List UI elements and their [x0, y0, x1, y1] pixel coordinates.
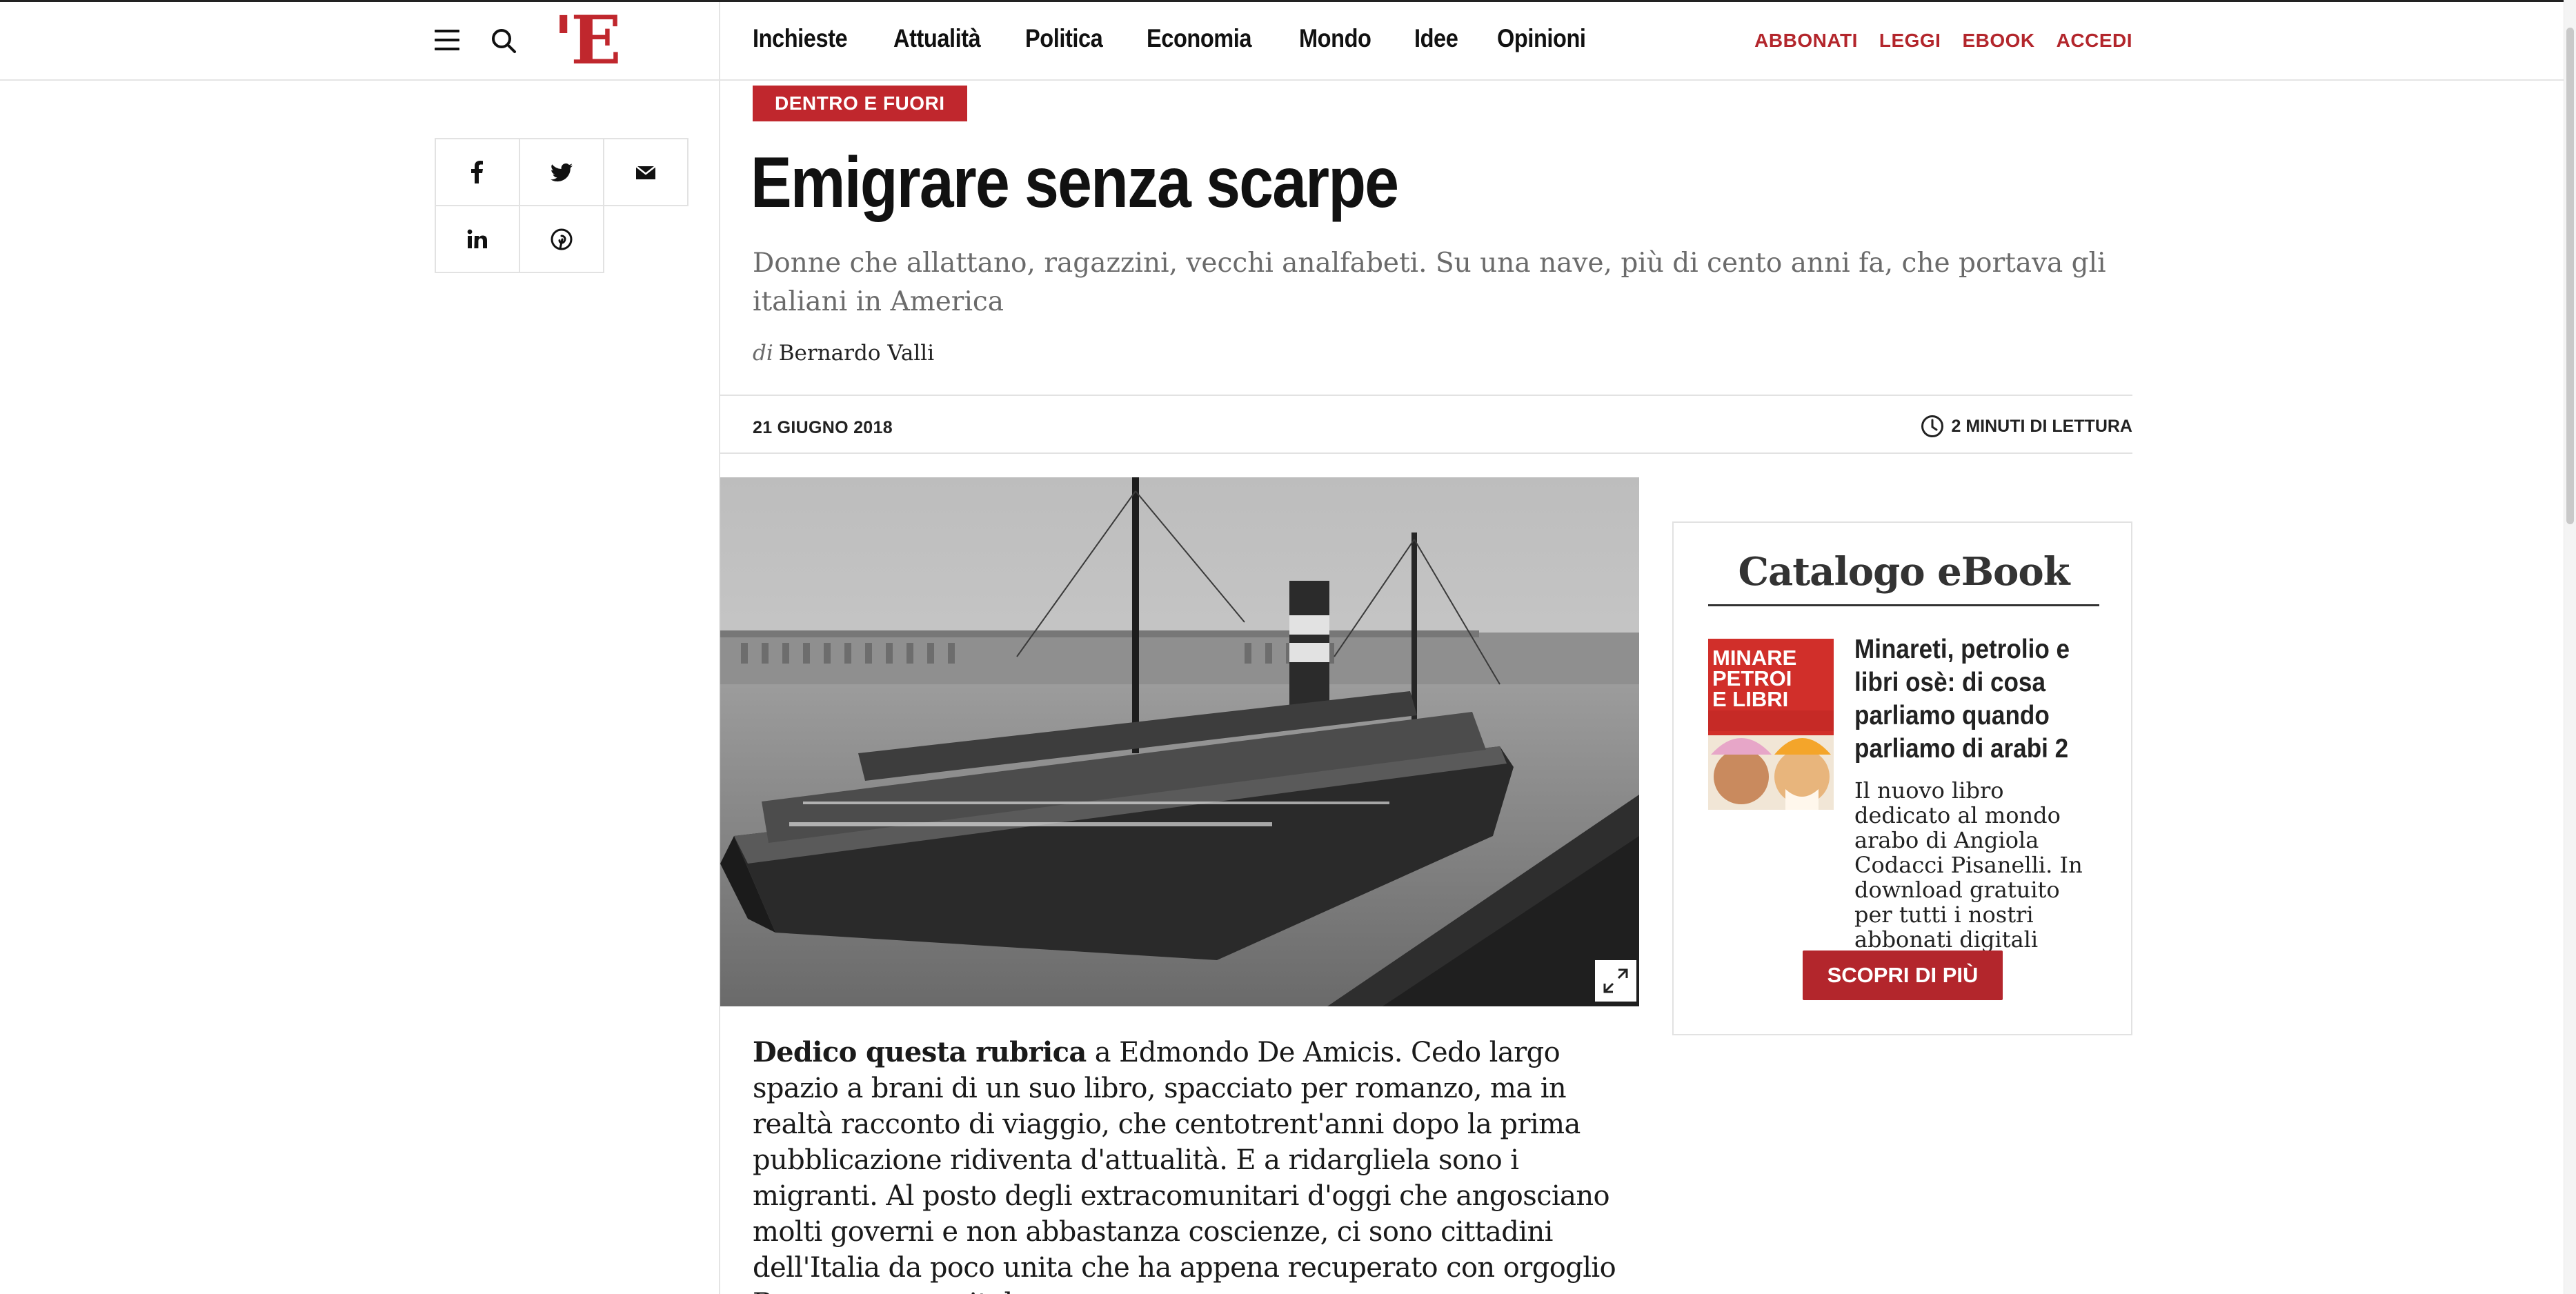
article-byline: di Bernardo Valli [753, 341, 934, 366]
body-lead: Dedico questa rubrica [753, 1036, 1087, 1068]
expand-icon [1603, 968, 1628, 993]
twitter-icon [551, 163, 573, 181]
meta-divider-top [720, 395, 2132, 396]
article-title: Emigrare senza scarpe [751, 143, 1399, 223]
ebook-catalog-heading: Catalogo eBook [1738, 549, 2070, 595]
nav-item-inchieste[interactable]: Inchieste [753, 24, 848, 53]
book-cover-art: MINARE PETROI E LIBRI [1708, 639, 1834, 810]
main-nav: Inchieste Attualità Politica Economia Mo… [753, 24, 1598, 53]
ebook-heading-rule [1708, 604, 2099, 606]
linkedin-icon [467, 229, 487, 248]
hamburger-menu-icon[interactable] [435, 30, 459, 50]
clock-icon [1921, 415, 1943, 437]
abbonati-link[interactable]: ABBONATI [1754, 30, 1858, 52]
ebook-discover-more-button[interactable]: SCOPRI DI PIÙ [1803, 950, 2003, 1000]
scrollbar-thumb[interactable] [2566, 28, 2574, 524]
article-subtitle: Donne che allattano, ragazzini, vecchi a… [753, 248, 2106, 317]
ebook-catalog-widget: Catalogo eBook MINARE PETROI E LIBRI Min… [1672, 521, 2132, 1035]
article-section-badge[interactable]: DENTRO E FUORI [753, 86, 967, 121]
share-buttons [435, 138, 689, 276]
ebook-cover-image[interactable]: MINARE PETROI E LIBRI [1708, 639, 1834, 810]
meta-divider-bottom [720, 452, 2132, 454]
share-pinterest-button[interactable] [519, 205, 604, 273]
nav-item-attualita[interactable]: Attualità [893, 24, 981, 53]
byline-prefix: di [753, 341, 773, 366]
nav-item-mondo[interactable]: Mondo [1299, 24, 1371, 53]
header-divider [719, 2, 720, 81]
email-icon [635, 165, 656, 179]
share-email-button[interactable] [603, 138, 688, 206]
site-header: 'E Inchieste Attualità Politica Economia… [0, 2, 2576, 81]
ebook-book-title[interactable]: Minareti, petrolio e libri osè: di cosa … [1854, 633, 2078, 766]
article-hero-image[interactable] [720, 477, 1639, 1006]
body-text: a Edmondo De Amicis. Cedo largo spazio a… [753, 1037, 1616, 1294]
user-nav: ABBONATI LEGGI EBOOK ACCEDI [1754, 30, 2132, 52]
ebook-description: Il nuovo libro dedicato al mondo arabo d… [1854, 777, 2083, 953]
nav-item-idee[interactable]: Idee [1414, 24, 1458, 53]
accedi-link[interactable]: ACCEDI [2057, 30, 2132, 52]
pinterest-icon [551, 228, 573, 250]
svg-text:E LIBRI: E LIBRI [1712, 687, 1788, 711]
leggi-link[interactable]: LEGGI [1879, 30, 1941, 52]
site-logo[interactable]: 'E [553, 6, 622, 75]
share-linkedin-button[interactable] [435, 205, 520, 273]
search-icon[interactable] [490, 27, 517, 54]
nav-item-opinioni[interactable]: Opinioni [1497, 24, 1586, 53]
read-time: 2 MINUTI DI LETTURA [1920, 414, 2133, 439]
facebook-icon [471, 160, 483, 183]
share-facebook-button[interactable] [435, 138, 520, 206]
share-twitter-button[interactable] [519, 138, 604, 206]
ship-photo [720, 477, 1639, 1006]
nav-item-economia[interactable]: Economia [1147, 24, 1252, 53]
publish-date: 21 GIUGNO 2018 [753, 418, 893, 437]
read-time-label: 2 MINUTI DI LETTURA [1951, 416, 2133, 436]
ebook-link[interactable]: EBOOK [1962, 30, 2034, 52]
expand-image-button[interactable] [1595, 960, 1636, 1002]
nav-item-politica[interactable]: Politica [1025, 24, 1103, 53]
author-name[interactable]: Bernardo Valli [779, 341, 934, 366]
article-body-paragraph: Dedico questa rubrica a Edmondo De Amici… [753, 1035, 1643, 1294]
page-scrollbar[interactable] [2564, 0, 2576, 1294]
